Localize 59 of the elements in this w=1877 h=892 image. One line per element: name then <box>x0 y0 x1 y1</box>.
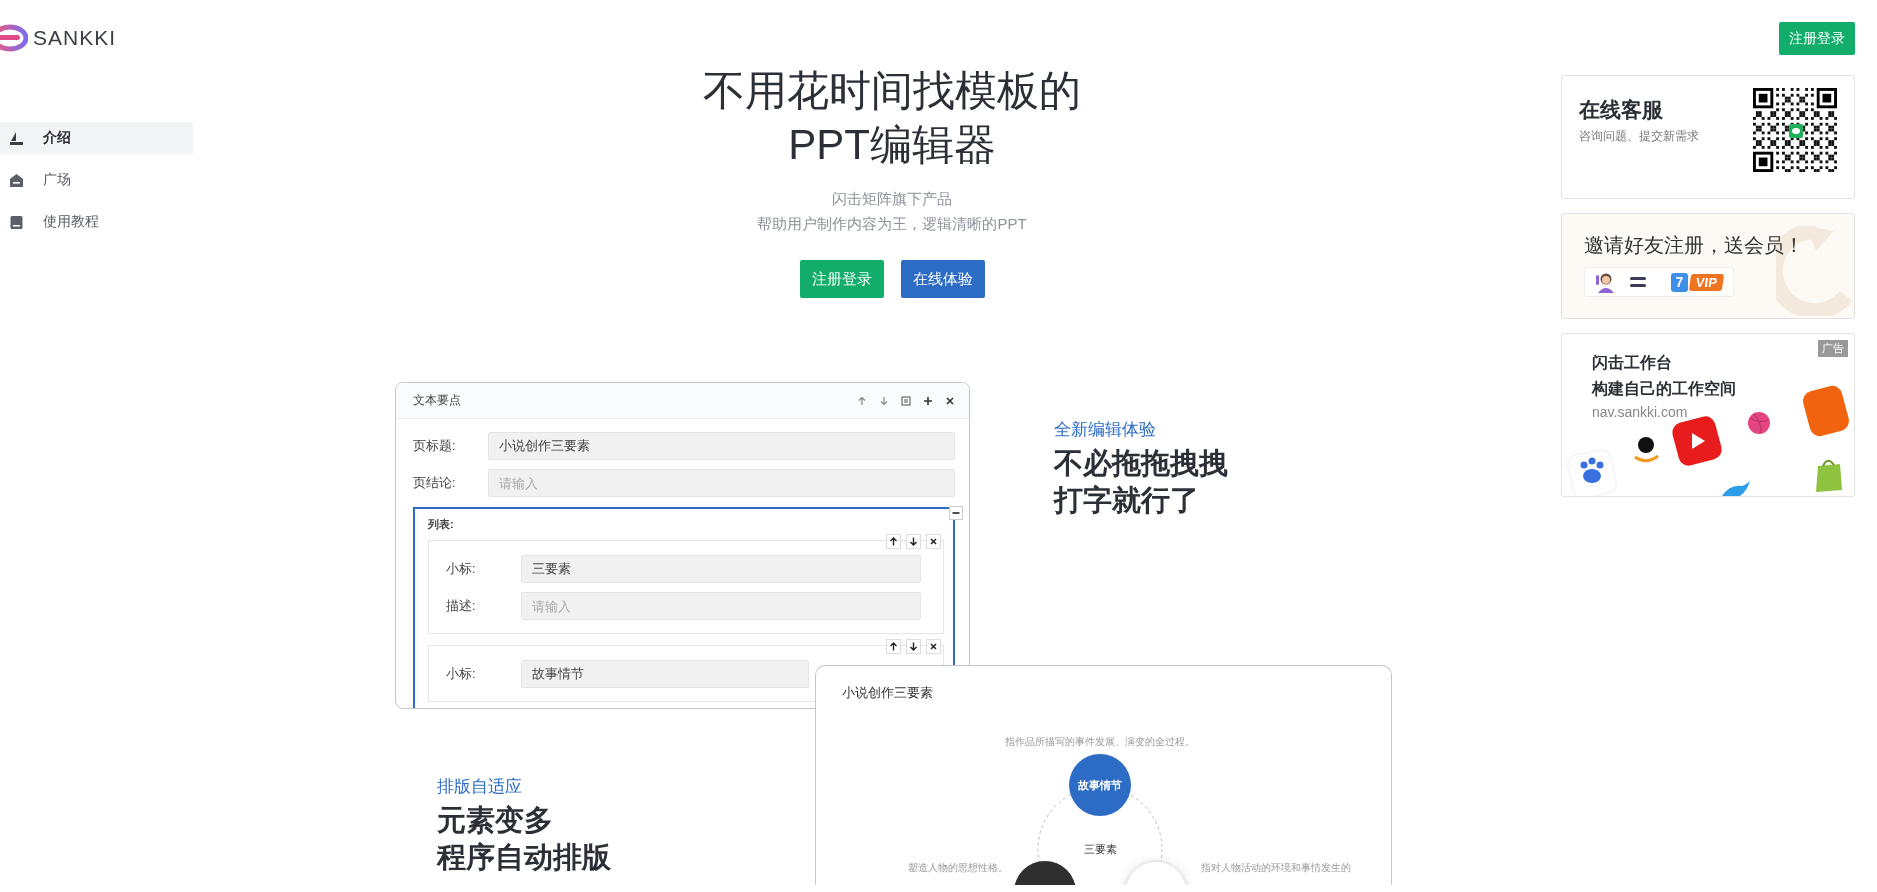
list-label: 列表: <box>428 517 455 532</box>
ad-url[interactable]: nav.sankki.com <box>1592 404 1854 420</box>
up-arrow-icon[interactable] <box>857 395 867 406</box>
person-icon <box>1595 271 1617 293</box>
input-field[interactable]: 请输入 <box>488 469 955 497</box>
ad-title: 闪击工作台 构建自己的工作空间 <box>1592 353 1737 399</box>
sidebar-item[interactable]: 广场 <box>0 164 193 196</box>
card-subtitle: 咨询问题、提交新需求 <box>1579 128 1699 145</box>
card-title: 邀请好友注册，送会员！ <box>1584 233 1805 258</box>
collapse-button[interactable] <box>949 506 963 520</box>
feature-heading: 元素变多 程序自动排版 <box>437 803 611 875</box>
diagram-node <box>1014 861 1076 885</box>
node-description: 指作品所描写的事件发展、演变的全过程。 <box>1005 736 1195 747</box>
field-label: 页标题: <box>413 437 457 455</box>
node-description: 塑造人物的思想性格。 <box>908 862 1008 873</box>
document-icon[interactable] <box>901 395 911 406</box>
close-icon[interactable] <box>945 395 955 406</box>
down-arrow-button[interactable] <box>906 534 921 549</box>
node-description: 指对人物活动的环境和事情发生的 <box>1201 862 1351 873</box>
hero-title: 不用花时间找模板的 PPT编辑器 <box>702 66 1082 170</box>
vip-badge: VIP <box>1688 273 1725 291</box>
slide-title: 小说创作三要素 <box>842 684 933 702</box>
equals-icon <box>1629 274 1647 290</box>
support-card[interactable]: 在线客服 咨询问题、提交新需求 <box>1561 75 1855 199</box>
down-arrow-icon[interactable] <box>879 395 889 406</box>
field-label: 小标: <box>446 665 477 683</box>
feature-kicker: 全新编辑体验 <box>1054 419 1157 441</box>
logo-text: SANKKI <box>33 26 117 50</box>
ad-tag: 广告 <box>1818 340 1848 357</box>
down-arrow-button[interactable] <box>906 639 921 654</box>
hero-subtitle: 闪击矩阵旗下产品 帮助用户制作内容为王，逻辑清晰的PPT <box>756 189 1028 234</box>
day-badge: 7 <box>1671 272 1688 292</box>
remove-button[interactable] <box>926 639 941 654</box>
remove-button[interactable] <box>926 534 941 549</box>
field-label: 小标: <box>446 560 477 578</box>
field-label: 描述: <box>446 597 477 615</box>
house-icon <box>9 172 24 188</box>
feature-heading: 不必拖拖拽拽 打字就行了 <box>1054 446 1228 518</box>
book-icon <box>9 214 24 230</box>
ad-card[interactable]: 广告 闪击工作台 构建自己的工作空间 nav.sankki.com <box>1561 333 1855 497</box>
diagram-node <box>1069 754 1131 816</box>
input-field[interactable]: 小说创作三要素 <box>488 432 955 460</box>
input-field[interactable]: 请输入 <box>521 592 921 620</box>
input-field[interactable]: 三要素 <box>521 555 921 583</box>
up-arrow-button[interactable] <box>886 639 901 654</box>
invite-card[interactable]: 邀请好友注册，送会员！ 7 VIP <box>1561 213 1855 319</box>
input-field[interactable]: 故事情节 <box>521 660 809 688</box>
node-label: 故事情节 <box>1078 779 1122 791</box>
sidebar-item[interactable]: 使用教程 <box>0 206 193 238</box>
sailboat-icon <box>9 130 24 146</box>
center-label: 三要素 <box>1083 843 1117 855</box>
up-arrow-button[interactable] <box>886 534 901 549</box>
field-label: 页结论: <box>413 474 457 492</box>
panel-title: 文本要点 <box>413 392 461 409</box>
plus-icon[interactable] <box>923 395 933 406</box>
feature-kicker: 排版自适应 <box>437 776 523 798</box>
sidebar-item[interactable]: 介绍 <box>0 122 193 154</box>
card-title: 在线客服 <box>1579 97 1664 123</box>
cta-button[interactable]: 在线体验 <box>900 260 985 298</box>
